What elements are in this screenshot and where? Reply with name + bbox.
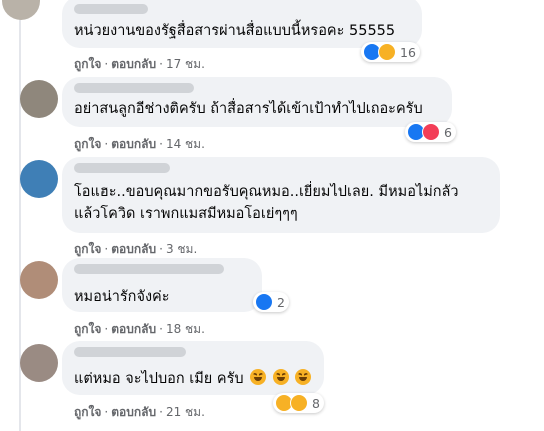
reply-link[interactable]: ตอบกลับ	[111, 137, 156, 151]
comment-text: แต่หมอ จะไปบอก เมีย ครับ	[74, 368, 312, 390]
comment-bubble: หน่วยงานของรัฐสื่อสารผ่านสื่อแบบนี้หรอคะ…	[62, 0, 422, 48]
avatar[interactable]	[2, 0, 40, 20]
timestamp[interactable]: 17 ชม.	[166, 57, 205, 71]
comment-text-line-2: แล้วโควิด เราพกแมสมีหมอโอเย่ๆๆๆ	[74, 206, 298, 222]
like-link[interactable]: ถูกใจ	[74, 57, 101, 71]
wow-reaction-icon	[290, 394, 308, 412]
comment-actions: ถูกใจ · ตอบกลับ · 3 ชม.	[74, 242, 198, 256]
timestamp[interactable]: 14 ชม.	[166, 137, 205, 151]
reaction-count: 2	[277, 294, 285, 310]
reply-link[interactable]: ตอบกลับ	[111, 57, 156, 71]
timestamp[interactable]: 18 ชม.	[166, 322, 205, 336]
timestamp[interactable]: 3 ชม.	[166, 242, 197, 256]
comment-actions: ถูกใจ · ตอบกลับ · 17 ชม.	[74, 57, 205, 71]
laughing-emoji-icon	[295, 369, 312, 385]
author-name-blurred[interactable]	[74, 4, 148, 14]
reply-link[interactable]: ตอบกลับ	[111, 242, 156, 256]
avatar[interactable]	[20, 344, 58, 382]
comment-text: หมอน่ารักจังค่ะ	[74, 289, 170, 305]
comment-text: อย่าสนลูกอีช่างติครับ ถ้าสื่อสารได้เข้าเ…	[74, 101, 423, 117]
comment-text-content: แต่หมอ จะไปบอก เมีย ครับ	[74, 371, 244, 387]
reaction-summary[interactable]: 16	[361, 42, 420, 62]
avatar[interactable]	[20, 80, 58, 118]
comment-bubble: หมอน่ารักจังค่ะ	[62, 258, 262, 312]
reaction-count: 16	[400, 44, 416, 60]
like-reaction-icon	[255, 293, 273, 311]
laughing-emoji-icon	[272, 369, 289, 385]
author-name-blurred[interactable]	[74, 264, 224, 274]
comment-actions: ถูกใจ · ตอบกลับ · 18 ชม.	[74, 322, 205, 336]
author-name-blurred[interactable]	[74, 163, 170, 173]
reaction-count: 8	[312, 395, 320, 411]
comment-actions: ถูกใจ · ตอบกลับ · 14 ชม.	[74, 137, 205, 151]
reaction-summary[interactable]: 6	[405, 122, 456, 142]
reaction-summary[interactable]: 8	[273, 393, 324, 413]
reaction-summary[interactable]: 2	[253, 292, 289, 312]
love-reaction-icon	[422, 123, 440, 141]
author-name-blurred[interactable]	[74, 83, 194, 93]
like-link[interactable]: ถูกใจ	[74, 137, 101, 151]
avatar[interactable]	[20, 261, 58, 299]
avatar[interactable]	[20, 160, 58, 198]
reply-link[interactable]: ตอบกลับ	[111, 322, 156, 336]
comment-actions: ถูกใจ · ตอบกลับ · 21 ชม.	[74, 405, 205, 419]
author-name-blurred[interactable]	[74, 347, 186, 357]
like-link[interactable]: ถูกใจ	[74, 242, 101, 256]
comment-bubble: โอแฮะ..ขอบคุณมากขอรับคุณหมอ..เยี่ยมไปเลย…	[62, 157, 500, 233]
comment-text-line-1: โอแฮะ..ขอบคุณมากขอรับคุณหมอ..เยี่ยมไปเลย…	[74, 184, 459, 200]
comment-bubble: แต่หมอ จะไปบอก เมีย ครับ	[62, 341, 324, 395]
comment-text: หน่วยงานของรัฐสื่อสารผ่านสื่อแบบนี้หรอคะ…	[74, 23, 396, 39]
like-link[interactable]: ถูกใจ	[74, 322, 101, 336]
haha-reaction-icon	[378, 43, 396, 61]
laughing-emoji-icon	[250, 369, 267, 385]
reply-link[interactable]: ตอบกลับ	[111, 405, 156, 419]
timestamp[interactable]: 21 ชม.	[166, 405, 205, 419]
like-link[interactable]: ถูกใจ	[74, 405, 101, 419]
reaction-count: 6	[444, 124, 452, 140]
comment-bubble: อย่าสนลูกอีช่างติครับ ถ้าสื่อสารได้เข้าเ…	[62, 77, 452, 127]
